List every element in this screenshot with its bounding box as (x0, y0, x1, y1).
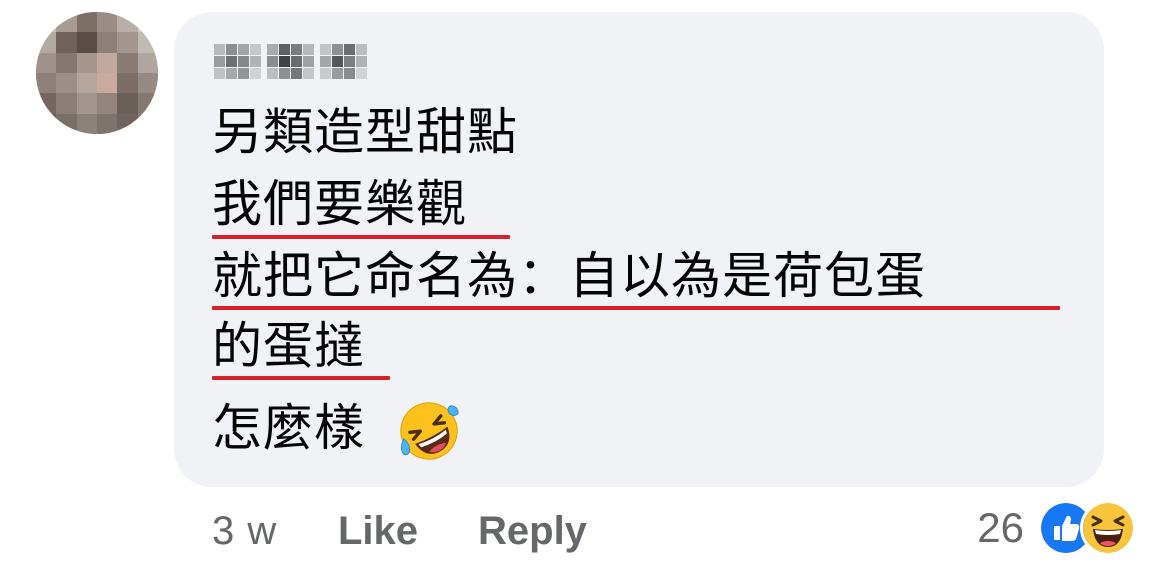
comment-text-line: 另類造型甜點 (212, 103, 518, 161)
comment-text-line: 我們要樂觀 (212, 175, 467, 233)
comment-card: 另類造型甜點 我們要樂觀 就把它命名為：自以為是荷包蛋 的蛋撻 怎麼樣 3 w … (0, 0, 1170, 565)
author-name-blur-block (214, 44, 261, 84)
rolling-on-floor-laughing-emoji-icon (400, 402, 459, 460)
avatar-pixelated-image (36, 12, 158, 134)
author-name-redacted[interactable] (214, 44, 367, 84)
reply-button[interactable]: Reply (478, 506, 587, 556)
author-name-blur-block (320, 44, 367, 84)
like-button[interactable]: Like (338, 506, 418, 556)
author-name-blur-block (267, 44, 314, 84)
red-underline-annotation (212, 235, 510, 239)
reaction-count: 26 (977, 504, 1024, 551)
avatar[interactable] (36, 12, 158, 134)
red-underline-annotation (212, 376, 390, 380)
red-underline-annotation (212, 306, 1060, 310)
comment-text-line: 就把它命名為：自以為是荷包蛋 (212, 247, 926, 305)
comment-timestamp[interactable]: 3 w (212, 506, 277, 556)
reactions-summary[interactable]: 26 (977, 500, 1136, 556)
comment-text-line: 的蛋撻 (212, 317, 365, 375)
comment-text-line: 怎麼樣 (212, 399, 365, 457)
haha-reaction-icon (1080, 500, 1136, 556)
